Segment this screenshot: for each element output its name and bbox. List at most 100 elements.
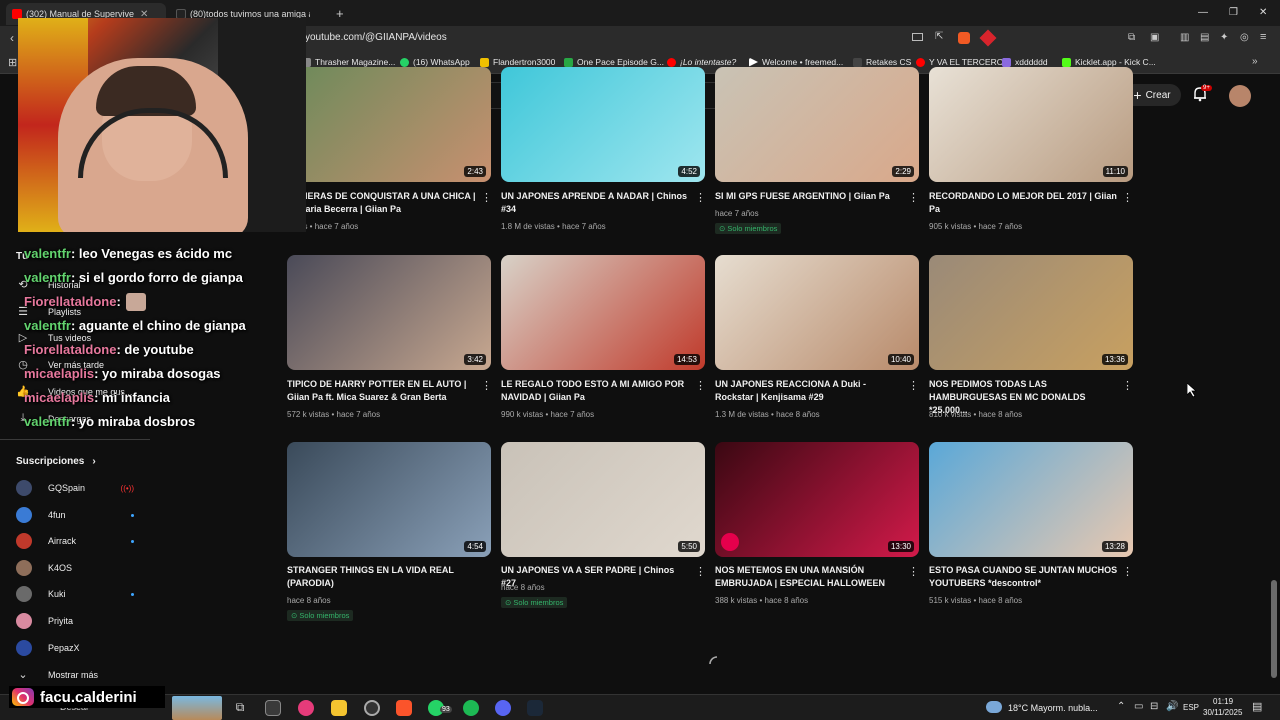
video-thumbnail[interactable]: 11:10: [929, 67, 1133, 182]
more-bookmarks-icon[interactable]: »: [1252, 56, 1258, 67]
new-tab-button[interactable]: +: [336, 6, 344, 21]
clock-date[interactable]: 30/11/2025: [1203, 708, 1242, 717]
volume-icon[interactable]: 🔊: [1166, 701, 1178, 712]
bookmark-item[interactable]: xdddddd: [1002, 57, 1048, 67]
notification-center-icon[interactable]: ▤: [1252, 700, 1262, 713]
video-title[interactable]: LE REGALO TODO ESTO A MI AMIGO POR NAVID…: [501, 378, 691, 404]
discord-icon[interactable]: [495, 700, 511, 716]
more-options-icon[interactable]: ⋮: [1122, 565, 1133, 578]
video-title[interactable]: RECORDANDO LO MEJOR DEL 2017 | Giian Pa: [929, 190, 1119, 216]
network-icon[interactable]: ⊟: [1150, 701, 1158, 712]
app-icon[interactable]: [298, 700, 314, 716]
video-thumbnail[interactable]: 2:43: [287, 67, 491, 182]
webcam-overlay: [18, 18, 306, 232]
cast-icon[interactable]: [912, 33, 923, 41]
leo-ai-icon[interactable]: ✦: [1220, 32, 1228, 43]
bookmark-item[interactable]: Welcome • freemed...: [749, 57, 843, 67]
subscription-item[interactable]: GQSpain ((•)): [16, 480, 134, 496]
channel-name: GQSpain: [48, 483, 86, 493]
video-thumbnail[interactable]: 13:30: [715, 442, 919, 557]
video-title[interactable]: TIPICO DE HARRY POTTER EN EL AUTO | Giia…: [287, 378, 477, 404]
video-title[interactable]: STRANGER THINGS EN LA VIDA REAL (PARODIA…: [287, 564, 477, 590]
more-options-icon[interactable]: ⋮: [1122, 191, 1133, 204]
video-thumbnail[interactable]: 10:40: [715, 255, 919, 370]
bookmark-item[interactable]: Retakes CS: [853, 57, 911, 67]
subscription-item[interactable]: Airrack: [16, 533, 134, 549]
news-widget-icon[interactable]: [172, 696, 222, 720]
video-title[interactable]: ESTO PASA CUANDO SE JUNTAN MUCHOS YOUTUB…: [929, 564, 1119, 590]
chat-username: valentfr: [24, 246, 71, 261]
more-options-icon[interactable]: ⋮: [481, 191, 492, 204]
minimize-button[interactable]: —: [1198, 7, 1208, 18]
spotify-icon[interactable]: [463, 700, 479, 716]
video-title[interactable]: NOS METEMOS EN UNA MANSIÓN EMBRUJADA | E…: [715, 564, 905, 590]
show-more-button[interactable]: ⌄ Mostrar más: [16, 668, 98, 681]
video-title[interactable]: UN JAPONES APRENDE A NADAR | Chinos #34: [501, 190, 691, 216]
share-icon[interactable]: ⇱: [935, 31, 943, 42]
more-options-icon[interactable]: ⋮: [695, 379, 706, 392]
tray-app-icon[interactable]: ▭: [1134, 701, 1143, 712]
subscriptions-heading[interactable]: Suscripciones ›: [16, 456, 96, 467]
more-options-icon[interactable]: ⋮: [908, 565, 919, 578]
video-thumbnail[interactable]: 3:42: [287, 255, 491, 370]
new-content-dot: [131, 592, 134, 596]
more-options-icon[interactable]: ⋮: [695, 565, 706, 578]
video-thumbnail[interactable]: 5:50: [501, 442, 705, 557]
bookmark-item[interactable]: (16) WhatsApp: [400, 57, 470, 67]
brave-shields-icon[interactable]: [958, 32, 970, 44]
brave-rewards-icon[interactable]: [979, 29, 997, 47]
more-options-icon[interactable]: ⋮: [695, 191, 706, 204]
bookmark-item[interactable]: Y VA EL TERCERO: [916, 57, 1003, 67]
brave-browser-icon[interactable]: [396, 700, 412, 716]
maximize-button[interactable]: ❐: [1229, 7, 1238, 18]
apps-icon[interactable]: ⊞: [8, 56, 17, 69]
video-thumbnail[interactable]: 2:29: [715, 67, 919, 182]
page-scrollbar[interactable]: [1271, 580, 1277, 678]
bookmark-item[interactable]: Flandertron3000: [480, 57, 555, 67]
clock-time[interactable]: 01:19: [1213, 697, 1233, 706]
obs-icon[interactable]: [364, 700, 380, 716]
video-thumbnail[interactable]: 13:36: [929, 255, 1133, 370]
video-title[interactable]: MANERAS DE CONQUISTAR A UNA CHICA | ft. …: [287, 190, 477, 216]
subscription-item[interactable]: PepazX: [16, 640, 134, 656]
video-thumbnail[interactable]: 13:28: [929, 442, 1133, 557]
subscription-item[interactable]: Kuki: [16, 586, 134, 602]
language-indicator[interactable]: ESP: [1183, 703, 1199, 712]
video-meta: 572 k vistas • hace 7 años: [287, 410, 381, 419]
vpn-icon[interactable]: ◎: [1240, 32, 1249, 43]
store-icon[interactable]: [265, 700, 281, 716]
bookmark-item[interactable]: Thrasher Magazine...: [302, 57, 395, 67]
channel-avatar: [16, 507, 32, 523]
sidebar-toggle-icon[interactable]: ▥: [1180, 32, 1189, 43]
reading-list-icon[interactable]: ▤: [1200, 32, 1209, 43]
video-thumbnail[interactable]: 4:52: [501, 67, 705, 182]
weather-text[interactable]: 18°C Mayorm. nubla...: [1008, 703, 1098, 713]
bookmark-label: (16) WhatsApp: [413, 57, 470, 67]
bookmark-item[interactable]: One Pace Episode G...: [564, 57, 664, 67]
video-thumbnail[interactable]: 4:54: [287, 442, 491, 557]
extensions-icon[interactable]: ⧉: [1128, 32, 1135, 43]
video-meta: 905 k vistas • hace 7 años: [929, 222, 1023, 231]
url-field[interactable]: youtube.com/@GIIANPA/videos: [305, 32, 447, 43]
steam-icon[interactable]: [527, 700, 543, 716]
video-title[interactable]: SI MI GPS FUESE ARGENTINO | Giian Pa: [715, 190, 905, 203]
more-options-icon[interactable]: ⋮: [1122, 379, 1133, 392]
more-options-icon[interactable]: ⋮: [481, 379, 492, 392]
video-title[interactable]: UN JAPONES REACCIONA A Duki - Rockstar |…: [715, 378, 905, 404]
account-avatar[interactable]: [1229, 85, 1251, 107]
subscription-item[interactable]: 4fun: [16, 507, 134, 523]
bookmark-item[interactable]: ¡Lo intentaste?: [667, 57, 736, 67]
subscription-item[interactable]: K4OS: [16, 560, 134, 576]
tray-chevron-icon[interactable]: ⌃: [1117, 701, 1125, 712]
video-thumbnail[interactable]: 14:53: [501, 255, 705, 370]
bookmark-item[interactable]: Kicklet.app - Kick C...: [1062, 57, 1156, 67]
menu-icon[interactable]: ≡: [1260, 31, 1266, 43]
file-explorer-icon[interactable]: [331, 700, 347, 716]
more-options-icon[interactable]: ⋮: [908, 191, 919, 204]
more-options-icon[interactable]: ⋮: [908, 379, 919, 392]
close-window-button[interactable]: ✕: [1259, 7, 1267, 18]
task-view-icon[interactable]: ⧉: [232, 700, 248, 716]
back-icon[interactable]: ‹: [10, 31, 14, 45]
subscription-item[interactable]: Priyita: [16, 613, 134, 629]
wallet-icon[interactable]: ▣: [1150, 32, 1159, 43]
